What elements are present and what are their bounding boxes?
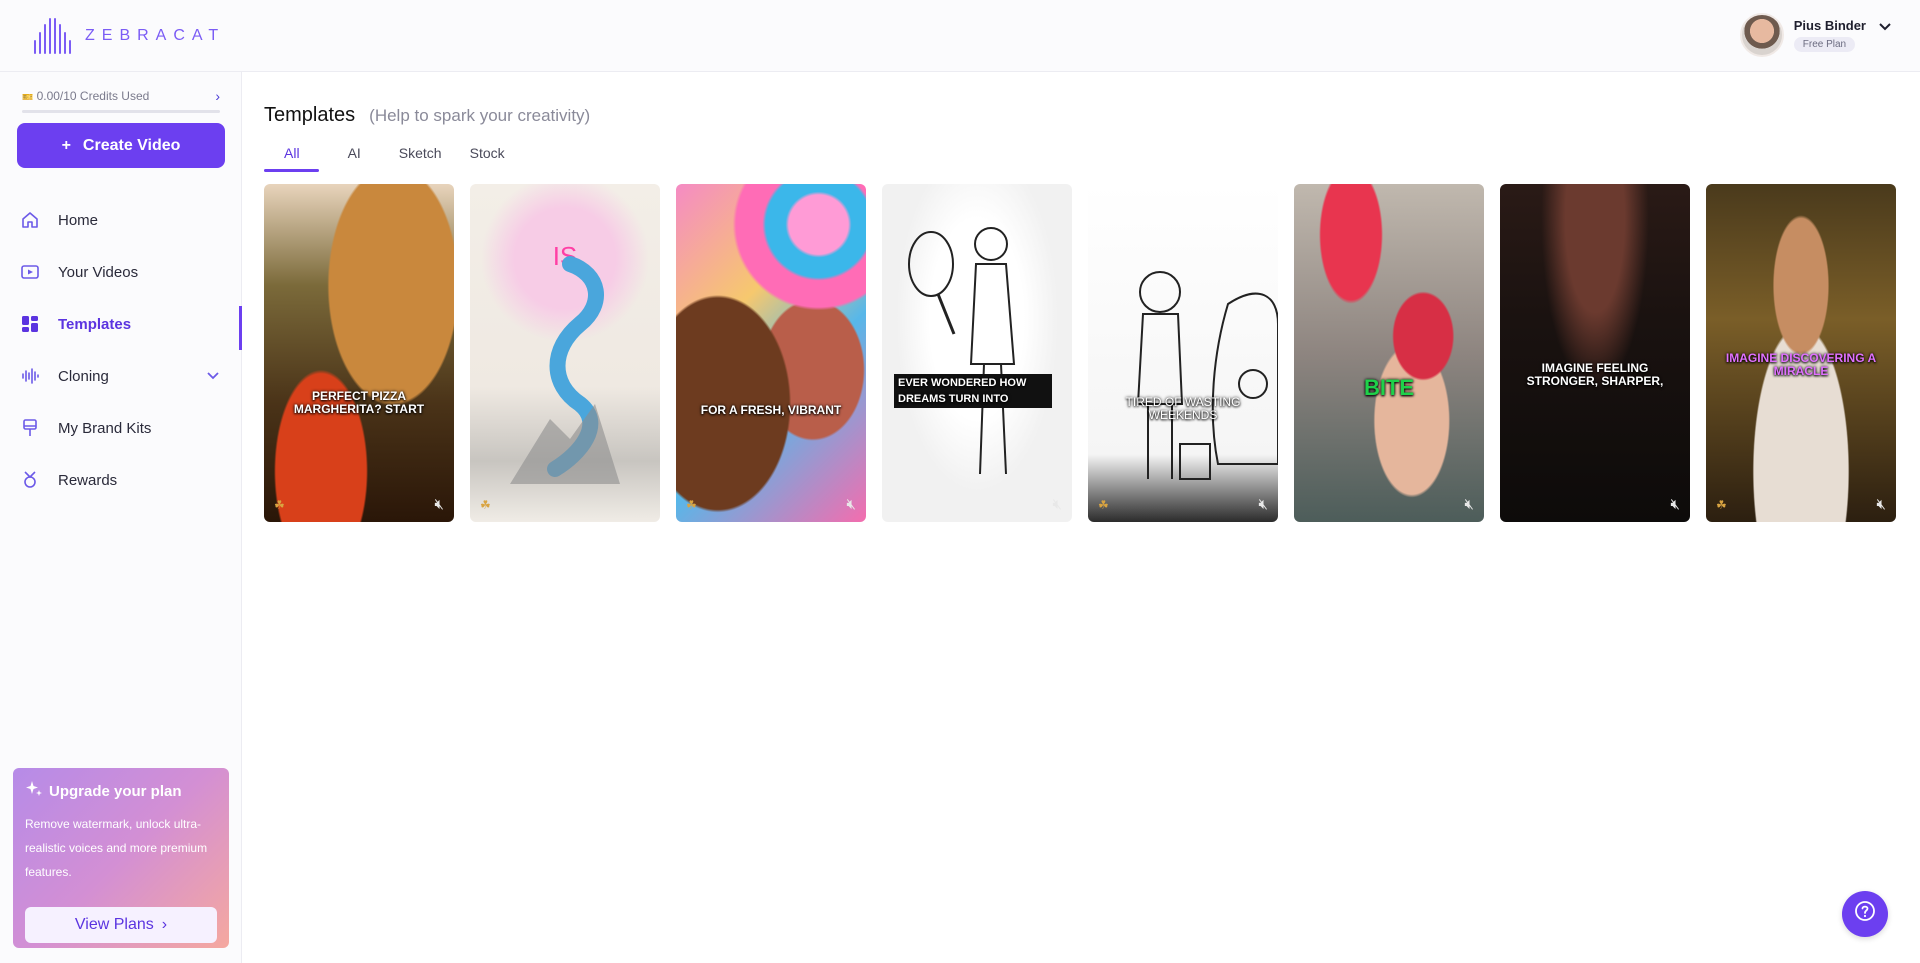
template-card[interactable]: IS ☘	[470, 184, 660, 522]
help-button[interactable]	[1842, 891, 1888, 937]
plus-icon: +	[61, 136, 71, 154]
top-header: ZEBRACAT Pius Binder Free Plan	[0, 0, 1920, 72]
sparkle-icon	[25, 780, 43, 802]
template-card[interactable]: BITE 🔇︎	[1294, 184, 1484, 522]
mute-icon[interactable]: 🔇︎	[435, 496, 444, 513]
template-card[interactable]: EVER WONDERED HOW DREAMS TURN INTO 🔇︎	[882, 184, 1072, 522]
template-tabs: All AI Sketch Stock	[264, 142, 525, 172]
template-caption: TIRED OF WASTING WEEKENDS	[1125, 395, 1241, 422]
paw-icon: ☘	[686, 498, 697, 512]
mute-icon[interactable]: 🔇︎	[847, 496, 856, 513]
chevron-right-icon: ›	[161, 916, 168, 933]
page-title: Templates	[264, 104, 356, 126]
chevron-down-icon[interactable]	[1878, 19, 1892, 35]
brand-name: ZEBRACAT	[85, 27, 226, 44]
mute-icon[interactable]: 🔇︎	[1053, 496, 1062, 513]
template-caption: EVER WONDERED HOW DREAMS TURN INTO	[894, 374, 1052, 408]
upgrade-card: Upgrade your plan Remove watermark, unlo…	[13, 768, 229, 948]
template-card[interactable]: PERFECT PIZZA MARGHERITA? START ☘ 🔇︎	[264, 184, 454, 522]
upgrade-title-row: Upgrade your plan	[25, 780, 217, 802]
avatar[interactable]	[1739, 13, 1784, 57]
credits-label: 🎫 0.00/10 Credits Used	[22, 89, 149, 103]
template-card[interactable]: TIRED OF WASTING WEEKENDS ☘ 🔇︎	[1088, 184, 1278, 522]
sidebar-item-your-videos[interactable]: Your Videos	[0, 246, 242, 298]
user-name: Pius Binder	[1793, 18, 1866, 33]
user-info: Pius Binder Free Plan	[1793, 18, 1866, 52]
view-plans-label: View Plans	[74, 916, 154, 933]
template-caption: PERFECT PIZZA MARGHERITA? START	[293, 389, 425, 416]
upgrade-description: Remove watermark, unlock ultra-realistic…	[25, 817, 208, 879]
sidebar-item-templates[interactable]: Templates	[0, 298, 242, 350]
sidebar-item-label: Your Videos	[58, 263, 139, 281]
waveform-icon	[20, 366, 40, 386]
view-plans-button[interactable]: View Plans ›	[25, 907, 217, 943]
mute-icon[interactable]: 🔇︎	[1877, 496, 1886, 513]
template-card[interactable]: IMAGINE FEELING STRONGER, SHARPER, 🔇︎	[1500, 184, 1690, 522]
tab-stock[interactable]: Stock	[456, 142, 525, 172]
chevron-down-icon[interactable]	[206, 368, 220, 384]
credits-row[interactable]: 🎫 0.00/10 Credits Used ›	[22, 88, 220, 104]
sidebar-item-label: My Brand Kits	[58, 419, 152, 437]
sidebar: 🎫 0.00/10 Credits Used › + Create Video …	[0, 72, 242, 963]
user-menu[interactable]: Pius Binder Free Plan	[1739, 13, 1892, 57]
tab-sketch[interactable]: Sketch	[381, 142, 456, 172]
sidebar-item-label: Templates	[58, 315, 132, 333]
mute-icon[interactable]: 🔇︎	[1465, 496, 1474, 513]
home-icon	[20, 210, 40, 230]
sidebar-item-rewards[interactable]: Rewards	[0, 454, 242, 506]
template-caption: IMAGINE DISCOVERING A MIRACLE	[1725, 351, 1877, 378]
tab-ai[interactable]: AI	[328, 142, 381, 172]
page-subtitle: (Help to spark your creativity)	[369, 106, 591, 125]
help-icon	[1854, 900, 1876, 928]
paw-icon: ☘	[1098, 498, 1109, 512]
credits-text: 0.00/10 Credits Used	[36, 89, 150, 103]
paw-icon: ☘	[480, 498, 491, 512]
video-icon	[20, 262, 40, 282]
paw-icon: ☘	[274, 498, 285, 512]
sidebar-item-brand-kits[interactable]: My Brand Kits	[0, 402, 242, 454]
credits-progress-bar	[22, 110, 220, 113]
sidebar-item-label: Rewards	[58, 471, 118, 489]
upgrade-title: Upgrade your plan	[49, 782, 182, 800]
brush-icon	[20, 418, 40, 438]
brand-logo[interactable]: ZEBRACAT	[34, 18, 225, 54]
sketch-boy-car-illustration	[1136, 271, 1278, 480]
template-caption: BITE	[1363, 375, 1415, 400]
mute-icon[interactable]: 🔇︎	[1259, 496, 1268, 513]
chevron-right-icon[interactable]: ›	[215, 88, 220, 104]
page-header: Templates (Help to spark your creativity…	[264, 104, 590, 127]
mute-icon[interactable]: 🔇︎	[1671, 496, 1680, 513]
sketch-girl-illustration	[908, 227, 1016, 475]
ticket-icon: 🎫	[22, 92, 34, 102]
template-grid: PERFECT PIZZA MARGHERITA? START ☘ 🔇︎ IS …	[264, 184, 1896, 522]
create-video-label: Create Video	[82, 136, 181, 154]
paw-icon: ☘	[1716, 498, 1727, 512]
template-card[interactable]: IMAGINE DISCOVERING A MIRACLE ☘ 🔇︎	[1706, 184, 1896, 522]
sidebar-item-home[interactable]: Home	[0, 194, 242, 246]
sidebar-item-label: Cloning	[58, 367, 109, 385]
sidebar-nav: Home Your Videos Templates Cloning My Br…	[0, 194, 242, 506]
template-card[interactable]: FOR A FRESH, VIBRANT ☘ 🔇︎	[676, 184, 866, 522]
template-caption: FOR A FRESH, VIBRANT	[700, 403, 842, 417]
templates-icon	[20, 314, 40, 334]
create-video-button[interactable]: + Create Video	[17, 123, 225, 168]
sidebar-item-label: Home	[58, 211, 99, 229]
template-caption: IMAGINE FEELING STRONGER, SHARPER,	[1526, 361, 1664, 388]
dragon-illustration	[510, 256, 620, 484]
sidebar-item-cloning[interactable]: Cloning	[0, 350, 242, 402]
tab-all[interactable]: All	[264, 142, 328, 172]
trophy-icon	[20, 470, 40, 490]
plan-badge: Free Plan	[1793, 37, 1856, 52]
logo-icon	[34, 18, 71, 54]
